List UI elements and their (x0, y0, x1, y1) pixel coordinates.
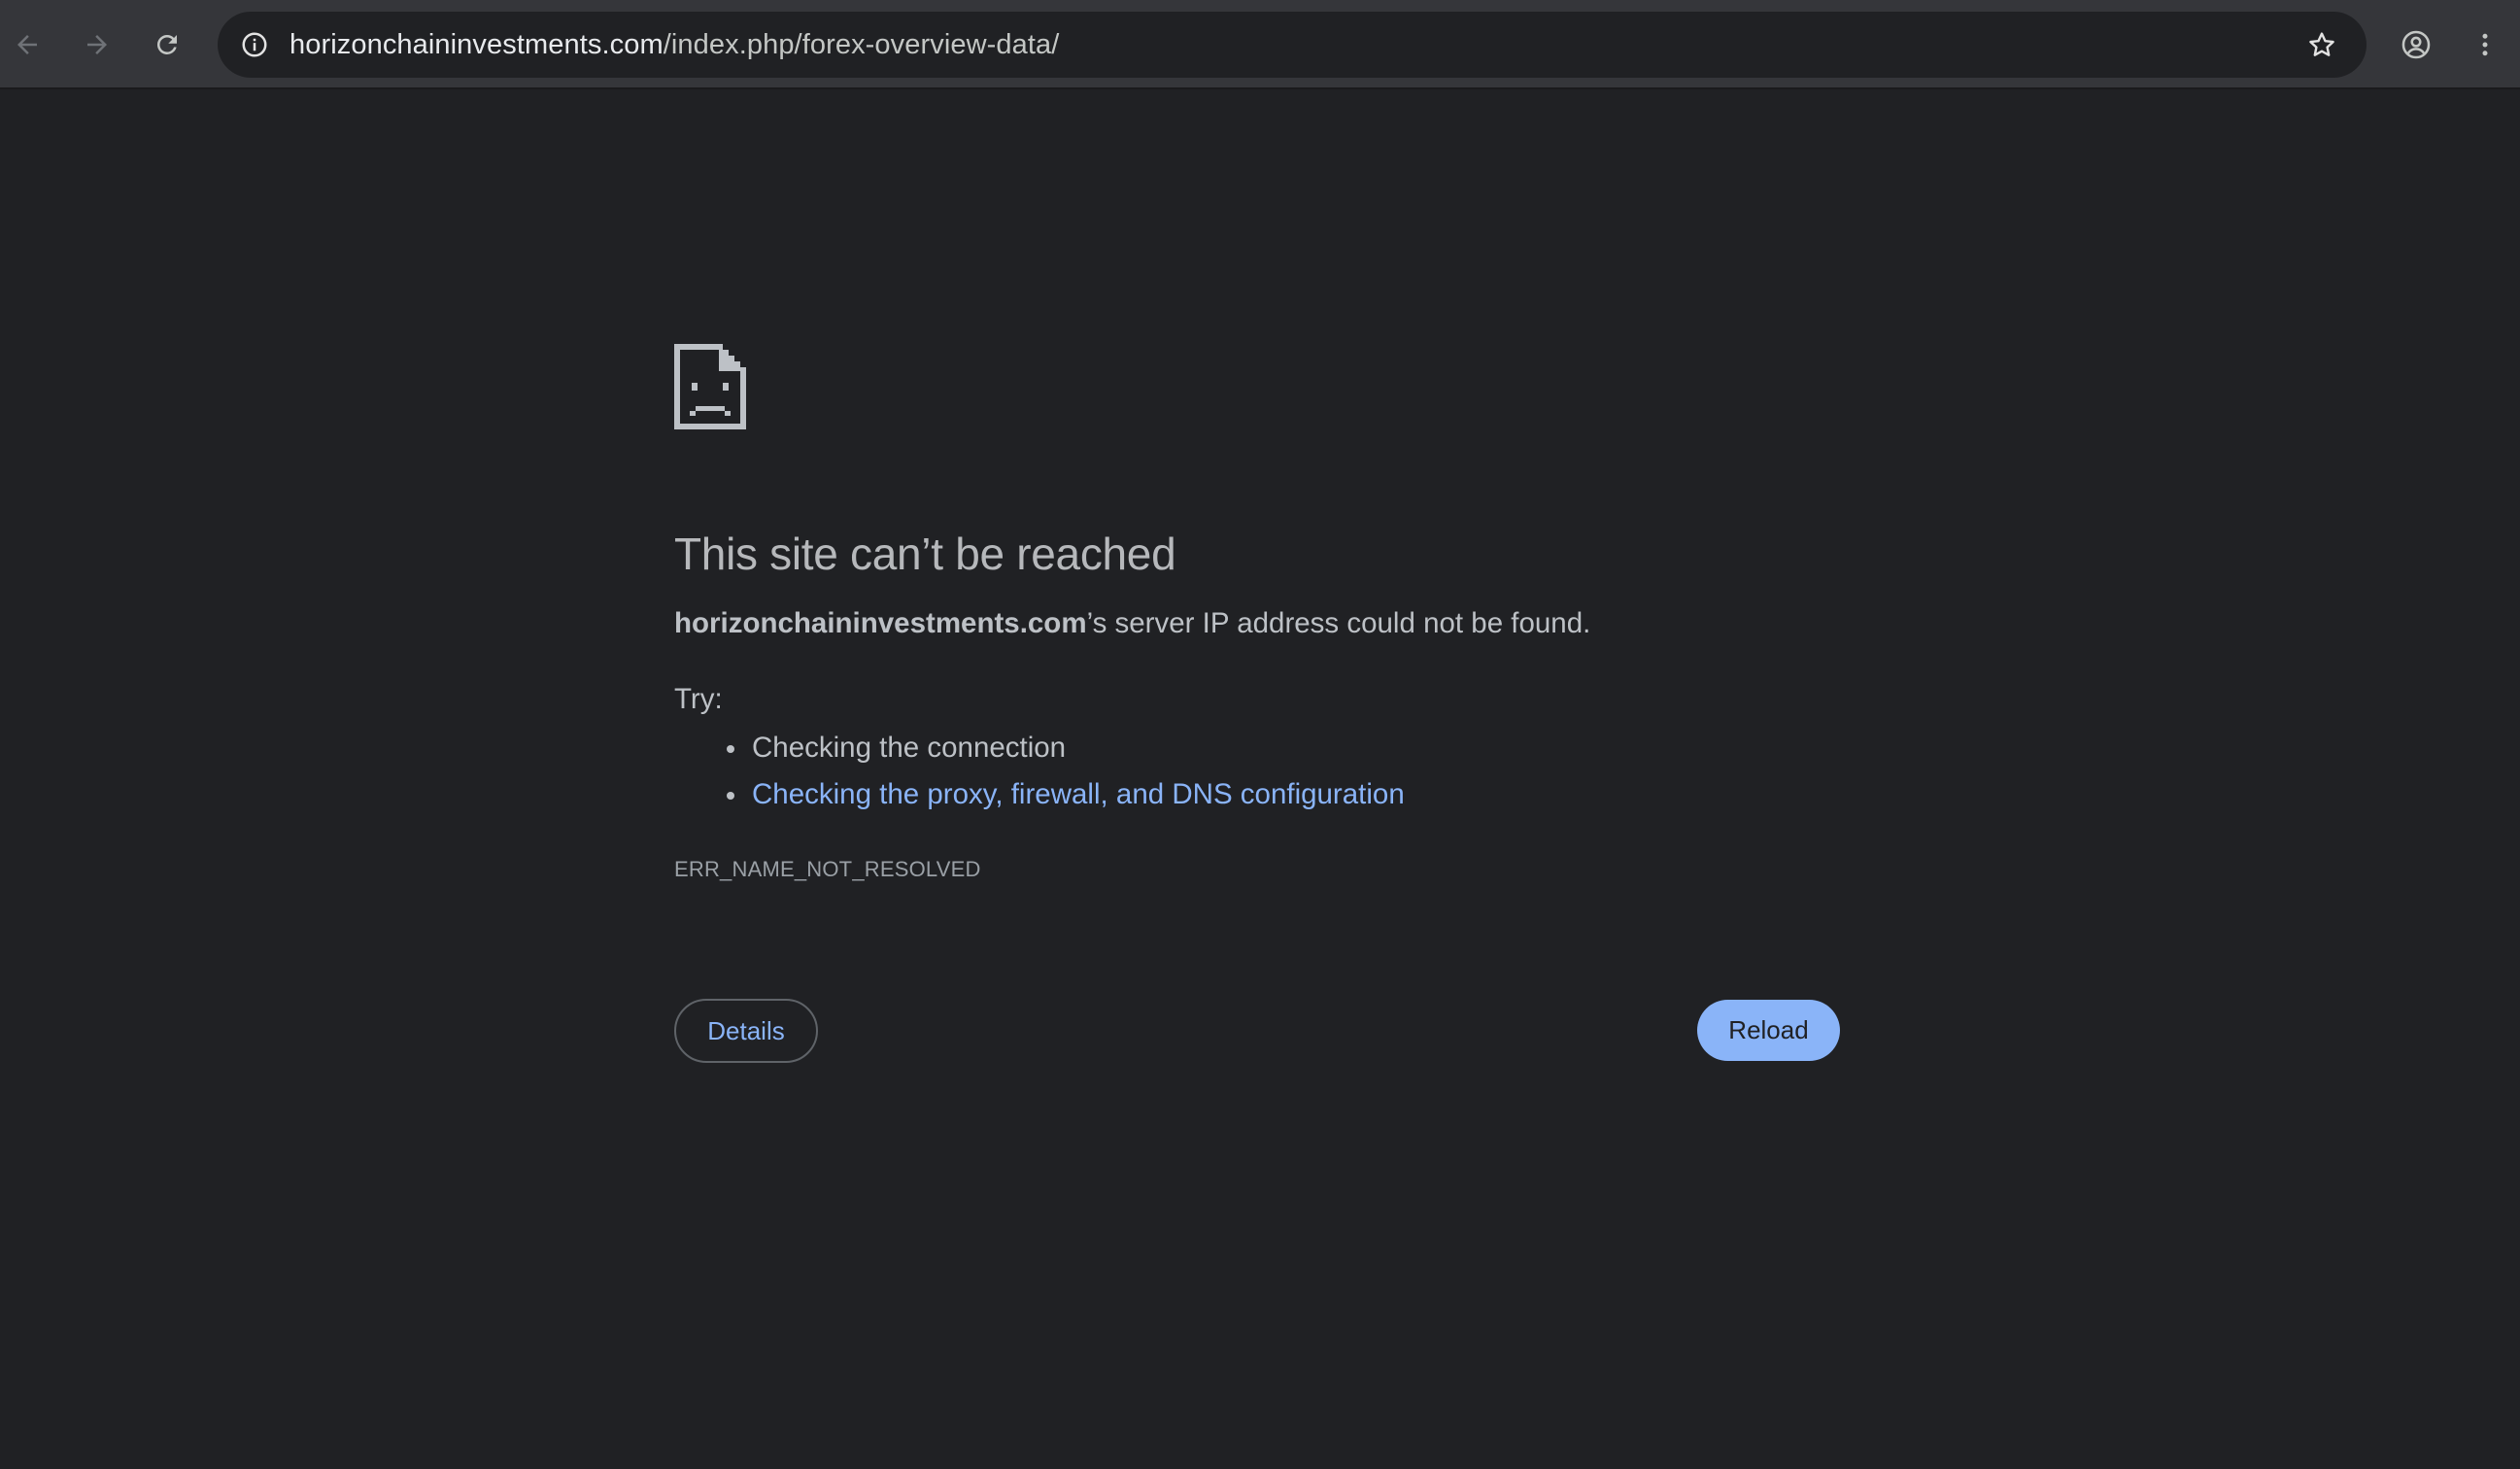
try-label: Try: (674, 683, 723, 715)
suggestion-item-proxy: Checking the proxy, firewall, and DNS co… (727, 771, 1840, 818)
browser-menu-button[interactable] (2462, 21, 2508, 68)
error-heading: This site can’t be reached (674, 529, 1176, 579)
reload-icon (156, 34, 177, 54)
profile-button[interactable] (2393, 21, 2439, 68)
back-button[interactable] (4, 21, 51, 68)
error-summary: horizonchaininvestments.com’s server IP … (674, 604, 1840, 643)
reload-button[interactable]: Reload (1697, 1000, 1840, 1061)
suggestions-list: Checking the connection Checking the pro… (674, 725, 1840, 818)
account-circle-icon (2401, 30, 2431, 59)
info-circle-icon (242, 32, 267, 57)
reload-toolbar-button[interactable] (144, 21, 190, 68)
suggestion-check-connection: Checking the connection (727, 725, 1840, 771)
url-host: horizonchaininvestments.com (289, 29, 664, 60)
bookmark-button[interactable] (2302, 25, 2341, 64)
site-info-button[interactable] (235, 25, 274, 64)
star-icon (2309, 32, 2334, 56)
forward-button[interactable] (74, 21, 120, 68)
error-page: This site can’t be reached horizonchaini… (674, 344, 1840, 884)
address-bar[interactable]: horizonchaininvestments.com/index.php/fo… (218, 12, 2367, 78)
sad-document-icon (674, 344, 746, 429)
error-summary-text: ’s server IP address could not be found. (1086, 607, 1591, 639)
error-code: ERR_NAME_NOT_RESOLVED (674, 857, 981, 881)
arrow-left-icon (17, 35, 37, 54)
browser-toolbar: horizonchaininvestments.com/index.php/fo… (0, 0, 2520, 89)
details-button[interactable]: Details (674, 999, 818, 1063)
arrow-right-icon (87, 35, 107, 54)
error-host: horizonchaininvestments.com (674, 607, 1087, 639)
url-text[interactable]: horizonchaininvestments.com/index.php/fo… (289, 12, 1059, 78)
check-proxy-firewall-dns-link[interactable]: Checking the proxy, firewall, and DNS co… (752, 778, 1405, 810)
three-dot-vertical-icon (2482, 33, 2488, 56)
url-path: /index.php/forex-overview-data/ (663, 29, 1060, 60)
